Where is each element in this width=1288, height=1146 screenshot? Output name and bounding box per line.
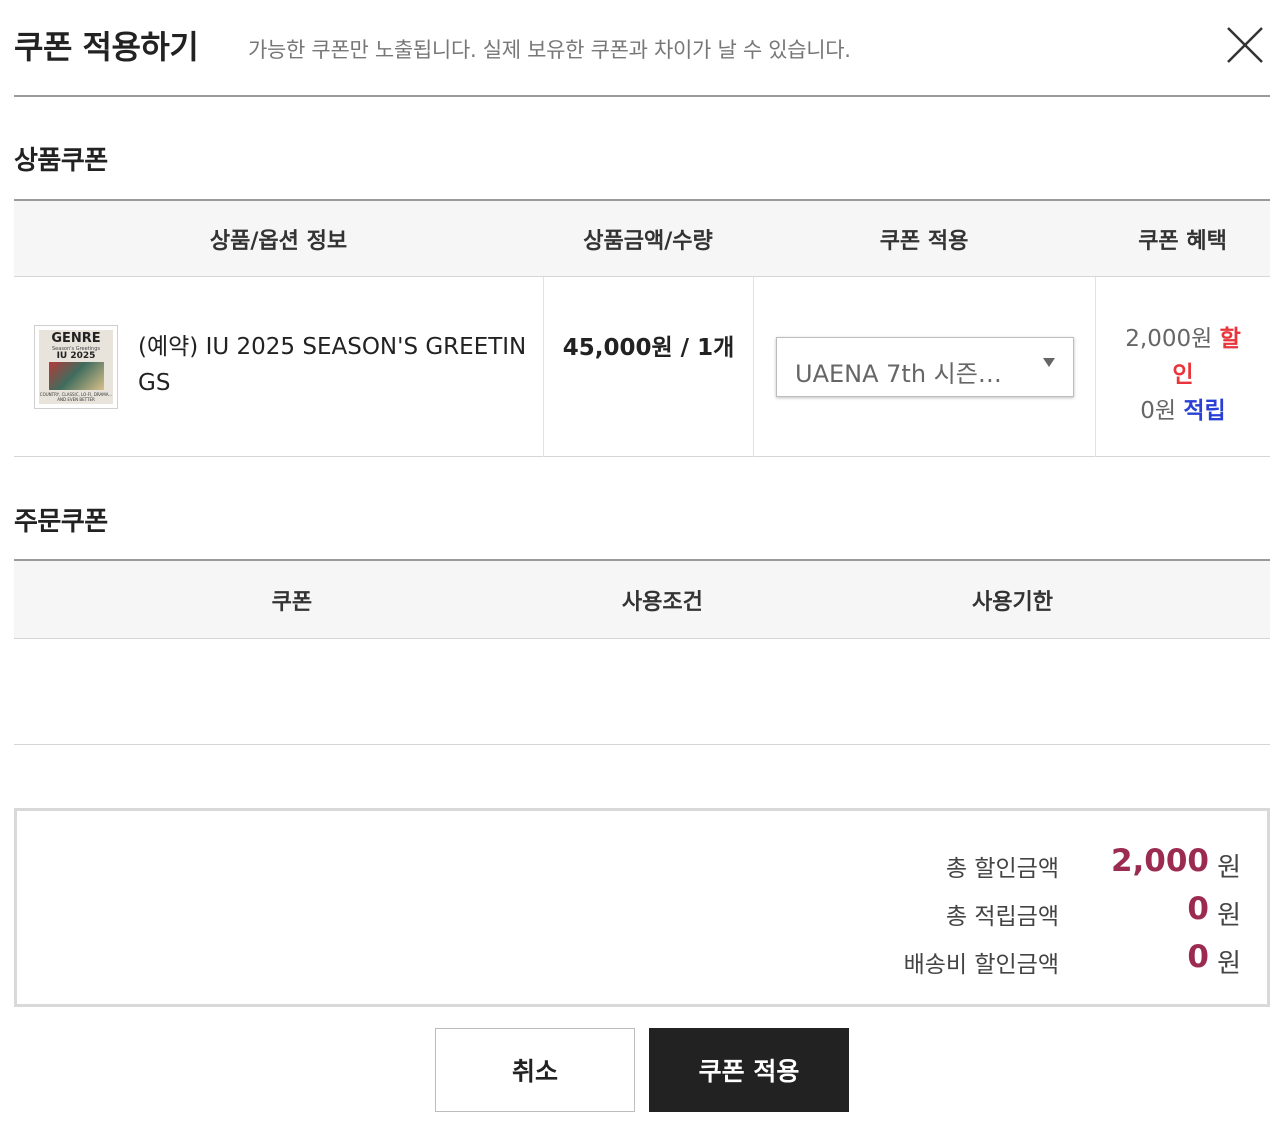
discount-summary: 총 할인금액 2,000 원 총 적립금액 0 원 배송비 할인금액 0 원 (14, 808, 1270, 1007)
close-icon (1227, 27, 1263, 63)
summary-row-shipping-discount: 배송비 할인금액 0 원 (667, 939, 1267, 979)
summary-unit: 원 (1217, 853, 1241, 883)
product-thumbnail[interactable]: GENRE Season's Greetings IU 2025 COUNTRY… (34, 325, 118, 409)
order-coupon-empty-list (14, 639, 1270, 745)
dropdown-arrow-icon (1043, 358, 1055, 367)
order-coupon-table: 쿠폰 사용조건 사용기한 (14, 559, 1270, 745)
coupon-benefit-cell: 2,000원 할인 0원 적립 (1095, 277, 1270, 457)
column-header-price-qty: 상품금액/수량 (583, 228, 713, 254)
product-info-cell: GENRE Season's Greetings IU 2025 COUNTRY… (14, 277, 543, 457)
coupon-select-dropdown[interactable]: UAENA 7th 시즌… (776, 337, 1074, 397)
summary-row-total-points: 총 적립금액 0 원 (667, 891, 1267, 931)
product-coupon-table-header: 상품/옵션 정보 상품금액/수량 쿠폰 적용 쿠폰 혜택 (14, 201, 1270, 277)
close-button[interactable] (1220, 20, 1270, 70)
album-cover-image: GENRE Season's Greetings IU 2025 COUNTRY… (39, 330, 113, 404)
points-amount: 0원 (1140, 398, 1177, 424)
column-header-expiry: 사용기한 (972, 589, 1053, 615)
summary-value: 2,000 (1110, 843, 1209, 879)
column-header-coupon-benefit: 쿠폰 혜택 (1138, 228, 1227, 254)
order-coupon-title: 주문쿠폰 (14, 507, 108, 537)
points-label: 적립 (1183, 398, 1226, 424)
summary-unit: 원 (1217, 901, 1241, 931)
product-coupon-table: 상품/옵션 정보 상품금액/수량 쿠폰 적용 쿠폰 혜택 GENRE Seaso… (14, 199, 1270, 457)
modal-title: 쿠폰 적용하기 (14, 28, 199, 66)
summary-unit: 원 (1217, 949, 1241, 979)
apply-coupon-button[interactable]: 쿠폰 적용 (649, 1028, 849, 1112)
price-qty-cell: 45,000원 / 1개 (543, 277, 753, 457)
cancel-button[interactable]: 취소 (435, 1028, 635, 1112)
summary-label: 총 할인금액 (945, 856, 1059, 882)
summary-value: 0 (1187, 891, 1209, 927)
summary-row-total-discount: 총 할인금액 2,000 원 (667, 843, 1267, 883)
product-coupon-title: 상품쿠폰 (14, 146, 108, 176)
thumbnail-year: IU 2025 (56, 351, 96, 361)
modal-subtitle: 가능한 쿠폰만 노출됩니다. 실제 보유한 쿠폰과 차이가 날 수 있습니다. (248, 38, 851, 62)
discount-amount: 2,000원 (1125, 326, 1213, 352)
column-header-condition: 사용조건 (621, 589, 703, 615)
summary-value: 0 (1187, 939, 1209, 975)
column-header-coupon: 쿠폰 (271, 589, 313, 615)
summary-label: 배송비 할인금액 (903, 952, 1059, 978)
summary-label: 총 적립금액 (945, 904, 1059, 930)
coupon-select-value: UAENA 7th 시즌… (795, 360, 1002, 388)
modal-header: 쿠폰 적용하기 가능한 쿠폰만 노출됩니다. 실제 보유한 쿠폰과 차이가 날 … (14, 0, 1270, 97)
column-header-product-info: 상품/옵션 정보 (209, 228, 348, 254)
price-quantity: 45,000원 / 1개 (562, 335, 735, 361)
table-row: GENRE Season's Greetings IU 2025 COUNTRY… (14, 277, 1270, 457)
coupon-benefit: 2,000원 할인 0원 적립 (1096, 321, 1270, 429)
product-name[interactable]: (예약) IU 2025 SEASON'S GREETINGS (138, 329, 528, 401)
coupon-apply-cell: UAENA 7th 시즌… (753, 277, 1095, 457)
thumbnail-artwork (49, 362, 104, 390)
column-header-coupon-apply: 쿠폰 적용 (879, 228, 969, 254)
thumbnail-footer: COUNTRY, CLASSIC, LO-FI, DRAMA... AND EV… (39, 392, 113, 402)
order-coupon-table-header: 쿠폰 사용조건 사용기한 (14, 561, 1270, 639)
thumbnail-title: GENRE (51, 331, 101, 346)
